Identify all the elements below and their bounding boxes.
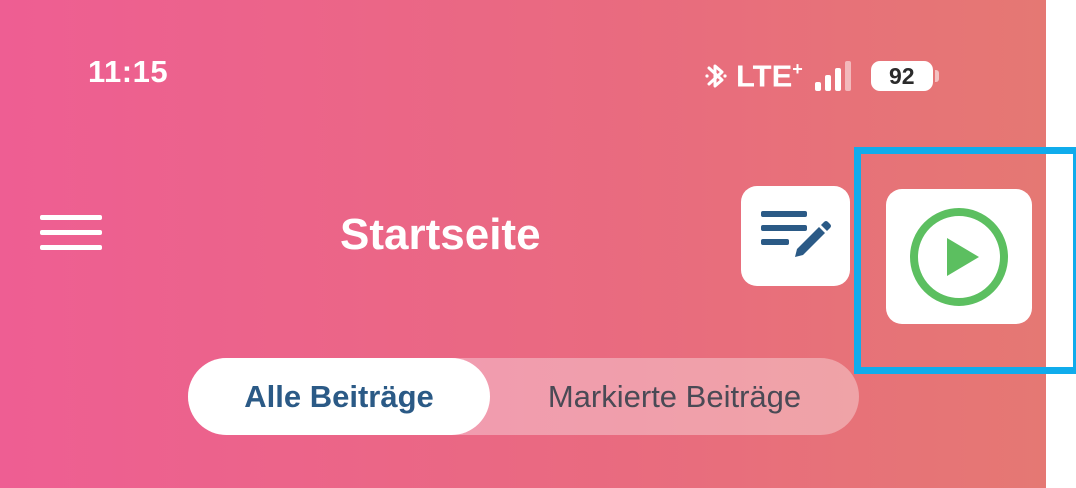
network-type: LTE+ bbox=[736, 58, 803, 94]
menu-button[interactable] bbox=[36, 208, 108, 264]
battery-icon: 92 bbox=[870, 61, 939, 91]
bluetooth-icon bbox=[705, 64, 727, 88]
battery-level: 92 bbox=[870, 61, 933, 91]
edit-list-button[interactable] bbox=[741, 186, 850, 286]
list-edit-icon bbox=[760, 211, 831, 257]
status-time: 11:15 bbox=[88, 54, 169, 89]
tab-marked-posts[interactable]: Markierte Beiträge bbox=[490, 358, 859, 435]
hamburger-menu-icon bbox=[40, 215, 102, 250]
play-circle-icon bbox=[910, 207, 1008, 306]
battery-tip bbox=[934, 70, 939, 82]
status-indicators: LTE+ 92 bbox=[704, 56, 939, 96]
tab-all-posts[interactable]: Alle Beiträge bbox=[188, 358, 490, 435]
app-screen: 11:15 LTE+ 92 Startseite Alle Beiträge M… bbox=[0, 0, 1046, 488]
post-filter-tabs: Alle Beiträge Markierte Beiträge bbox=[188, 358, 859, 435]
page-title: Startseite bbox=[340, 210, 541, 259]
play-button[interactable] bbox=[886, 189, 1032, 324]
cellular-signal-icon bbox=[814, 61, 851, 91]
